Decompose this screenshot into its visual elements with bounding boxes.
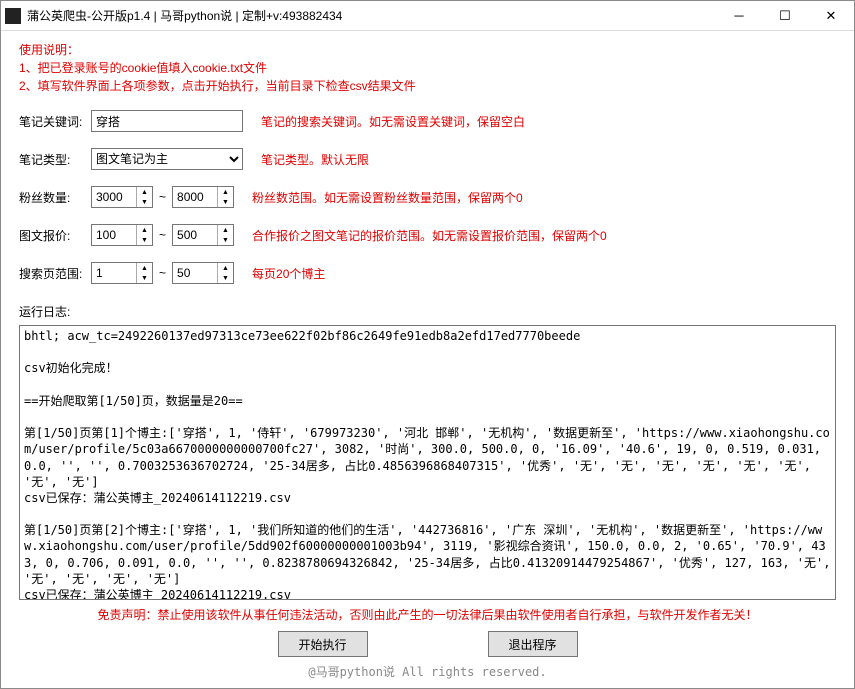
- up-icon[interactable]: ▲: [137, 187, 152, 197]
- footer-text: @马哥python说 All rights reserved.: [19, 663, 836, 680]
- window-title: 蒲公英爬虫-公开版p1.4 | 马哥python说 | 定制+v:4938824…: [27, 7, 716, 24]
- keyword-hint: 笔记的搜索关键词。如无需设置关键词，保留空白: [261, 113, 525, 130]
- row-price: 图文报价: ▲▼ ~ ▲▼ 合作报价之图文笔记的报价范围。如无需设置报价范围，保…: [19, 223, 836, 247]
- row-fans: 粉丝数量: ▲▼ ~ ▲▼ 粉丝数范围。如无需设置粉丝数量范围，保留两个0: [19, 185, 836, 209]
- pages-from-stepper[interactable]: ▲▼: [91, 262, 153, 284]
- fans-to-stepper[interactable]: ▲▼: [172, 186, 234, 208]
- fans-from-input[interactable]: [92, 187, 136, 207]
- instructions-header: 使用说明：: [19, 41, 836, 59]
- up-icon[interactable]: ▲: [218, 225, 233, 235]
- button-row: 开始执行 退出程序: [19, 631, 836, 657]
- app-icon: [5, 8, 21, 24]
- minimize-button[interactable]: ─: [716, 1, 762, 31]
- tilde: ~: [159, 190, 166, 204]
- keyword-input[interactable]: [91, 110, 243, 132]
- pages-hint: 每页20个博主: [252, 265, 325, 282]
- tilde: ~: [159, 266, 166, 280]
- fans-hint: 粉丝数范围。如无需设置粉丝数量范围，保留两个0: [252, 189, 523, 206]
- fans-from-stepper[interactable]: ▲▼: [91, 186, 153, 208]
- price-hint: 合作报价之图文笔记的报价范围。如无需设置报价范围，保留两个0: [252, 227, 607, 244]
- up-icon[interactable]: ▲: [218, 187, 233, 197]
- keyword-label: 笔记关键词:: [19, 113, 91, 130]
- maximize-button[interactable]: ☐: [762, 1, 808, 31]
- price-from-stepper[interactable]: ▲▼: [91, 224, 153, 246]
- notetype-label: 笔记类型:: [19, 151, 91, 168]
- row-loglabel: 运行日志:: [19, 299, 836, 323]
- notetype-select[interactable]: 图文笔记为主: [91, 148, 243, 170]
- price-label: 图文报价:: [19, 227, 91, 244]
- down-icon[interactable]: ▼: [137, 235, 152, 245]
- row-pages: 搜索页范围: ▲▼ ~ ▲▼ 每页20个博主: [19, 261, 836, 285]
- up-icon[interactable]: ▲: [137, 225, 152, 235]
- close-button[interactable]: ✕: [808, 1, 854, 31]
- down-icon[interactable]: ▼: [137, 273, 152, 283]
- down-icon[interactable]: ▼: [218, 197, 233, 207]
- row-keyword: 笔记关键词: 笔记的搜索关键词。如无需设置关键词，保留空白: [19, 109, 836, 133]
- pages-label: 搜索页范围:: [19, 265, 91, 282]
- pages-from-input[interactable]: [92, 263, 136, 283]
- fans-to-input[interactable]: [173, 187, 217, 207]
- up-icon[interactable]: ▲: [137, 263, 152, 273]
- down-icon[interactable]: ▼: [218, 273, 233, 283]
- start-button[interactable]: 开始执行: [278, 631, 368, 657]
- row-notetype: 笔记类型: 图文笔记为主 笔记类型。默认无限: [19, 147, 836, 171]
- pages-to-input[interactable]: [173, 263, 217, 283]
- instructions-line2: 2、填写软件界面上各项参数，点击开始执行，当前目录下检查csv结果文件: [19, 77, 836, 95]
- fans-label: 粉丝数量:: [19, 189, 91, 206]
- tilde: ~: [159, 228, 166, 242]
- pages-to-stepper[interactable]: ▲▼: [172, 262, 234, 284]
- price-to-input[interactable]: [173, 225, 217, 245]
- price-to-stepper[interactable]: ▲▼: [172, 224, 234, 246]
- notetype-hint: 笔记类型。默认无限: [261, 151, 369, 168]
- content-area: 使用说明： 1、把已登录账号的cookie值填入cookie.txt文件 2、填…: [1, 31, 854, 688]
- app-window: 蒲公英爬虫-公开版p1.4 | 马哥python说 | 定制+v:4938824…: [0, 0, 855, 689]
- window-buttons: ─ ☐ ✕: [716, 1, 854, 31]
- exit-button[interactable]: 退出程序: [488, 631, 578, 657]
- up-icon[interactable]: ▲: [218, 263, 233, 273]
- instructions: 使用说明： 1、把已登录账号的cookie值填入cookie.txt文件 2、填…: [19, 41, 836, 95]
- down-icon[interactable]: ▼: [218, 235, 233, 245]
- down-icon[interactable]: ▼: [137, 197, 152, 207]
- log-output[interactable]: bhtl; acw_tc=2492260137ed97313ce73ee622f…: [19, 325, 836, 600]
- price-from-input[interactable]: [92, 225, 136, 245]
- disclaimer: 免责声明：禁止使用该软件从事任何违法活动，否则由此产生的一切法律后果由软件使用者…: [19, 606, 836, 623]
- titlebar: 蒲公英爬虫-公开版p1.4 | 马哥python说 | 定制+v:4938824…: [1, 1, 854, 31]
- instructions-line1: 1、把已登录账号的cookie值填入cookie.txt文件: [19, 59, 836, 77]
- log-label: 运行日志:: [19, 303, 91, 320]
